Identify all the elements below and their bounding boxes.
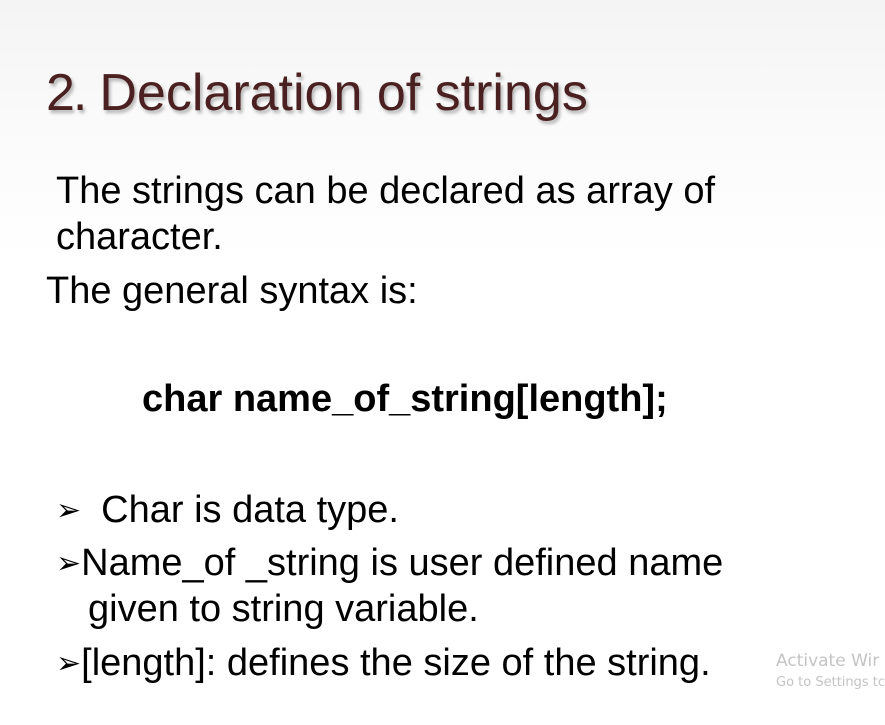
slide: 2. Declaration of strings The strings can… bbox=[0, 0, 885, 725]
intro-line-2: character. bbox=[56, 216, 223, 258]
bullet-item-2: ➢Name_of _string is user defined name bbox=[56, 540, 723, 587]
syntax-label: The general syntax is: bbox=[46, 270, 418, 312]
bullet-text: [length]: defines the size of the string… bbox=[81, 642, 711, 684]
bullet-text: Name_of _string is user defined name bbox=[81, 542, 724, 584]
bullet-text: Char is data type. bbox=[101, 489, 399, 531]
bullet-item-2-continuation: given to string variable. bbox=[88, 588, 479, 630]
arrow-bullet-icon: ➢ bbox=[56, 547, 82, 580]
intro-line-1: The strings can be declared as array of bbox=[56, 170, 716, 212]
bullet-item-3: ➢[length]: defines the size of the strin… bbox=[56, 640, 711, 687]
title-text: Declaration of strings bbox=[99, 64, 588, 122]
bullet-item-1: ➢ Char is data type. bbox=[56, 487, 399, 534]
arrow-bullet-icon: ➢ bbox=[56, 494, 82, 527]
activation-watermark: Activate Wir Go to Settings tc bbox=[776, 650, 885, 694]
arrow-bullet-icon: ➢ bbox=[56, 647, 82, 680]
title-number: 2. bbox=[46, 64, 87, 122]
watermark-line-2: Go to Settings tc bbox=[776, 675, 885, 690]
watermark-line-1: Activate Wir bbox=[776, 651, 880, 671]
slide-title: 2. Declaration of strings bbox=[46, 62, 588, 124]
syntax-code: char name_of_string[length]; bbox=[142, 378, 668, 420]
